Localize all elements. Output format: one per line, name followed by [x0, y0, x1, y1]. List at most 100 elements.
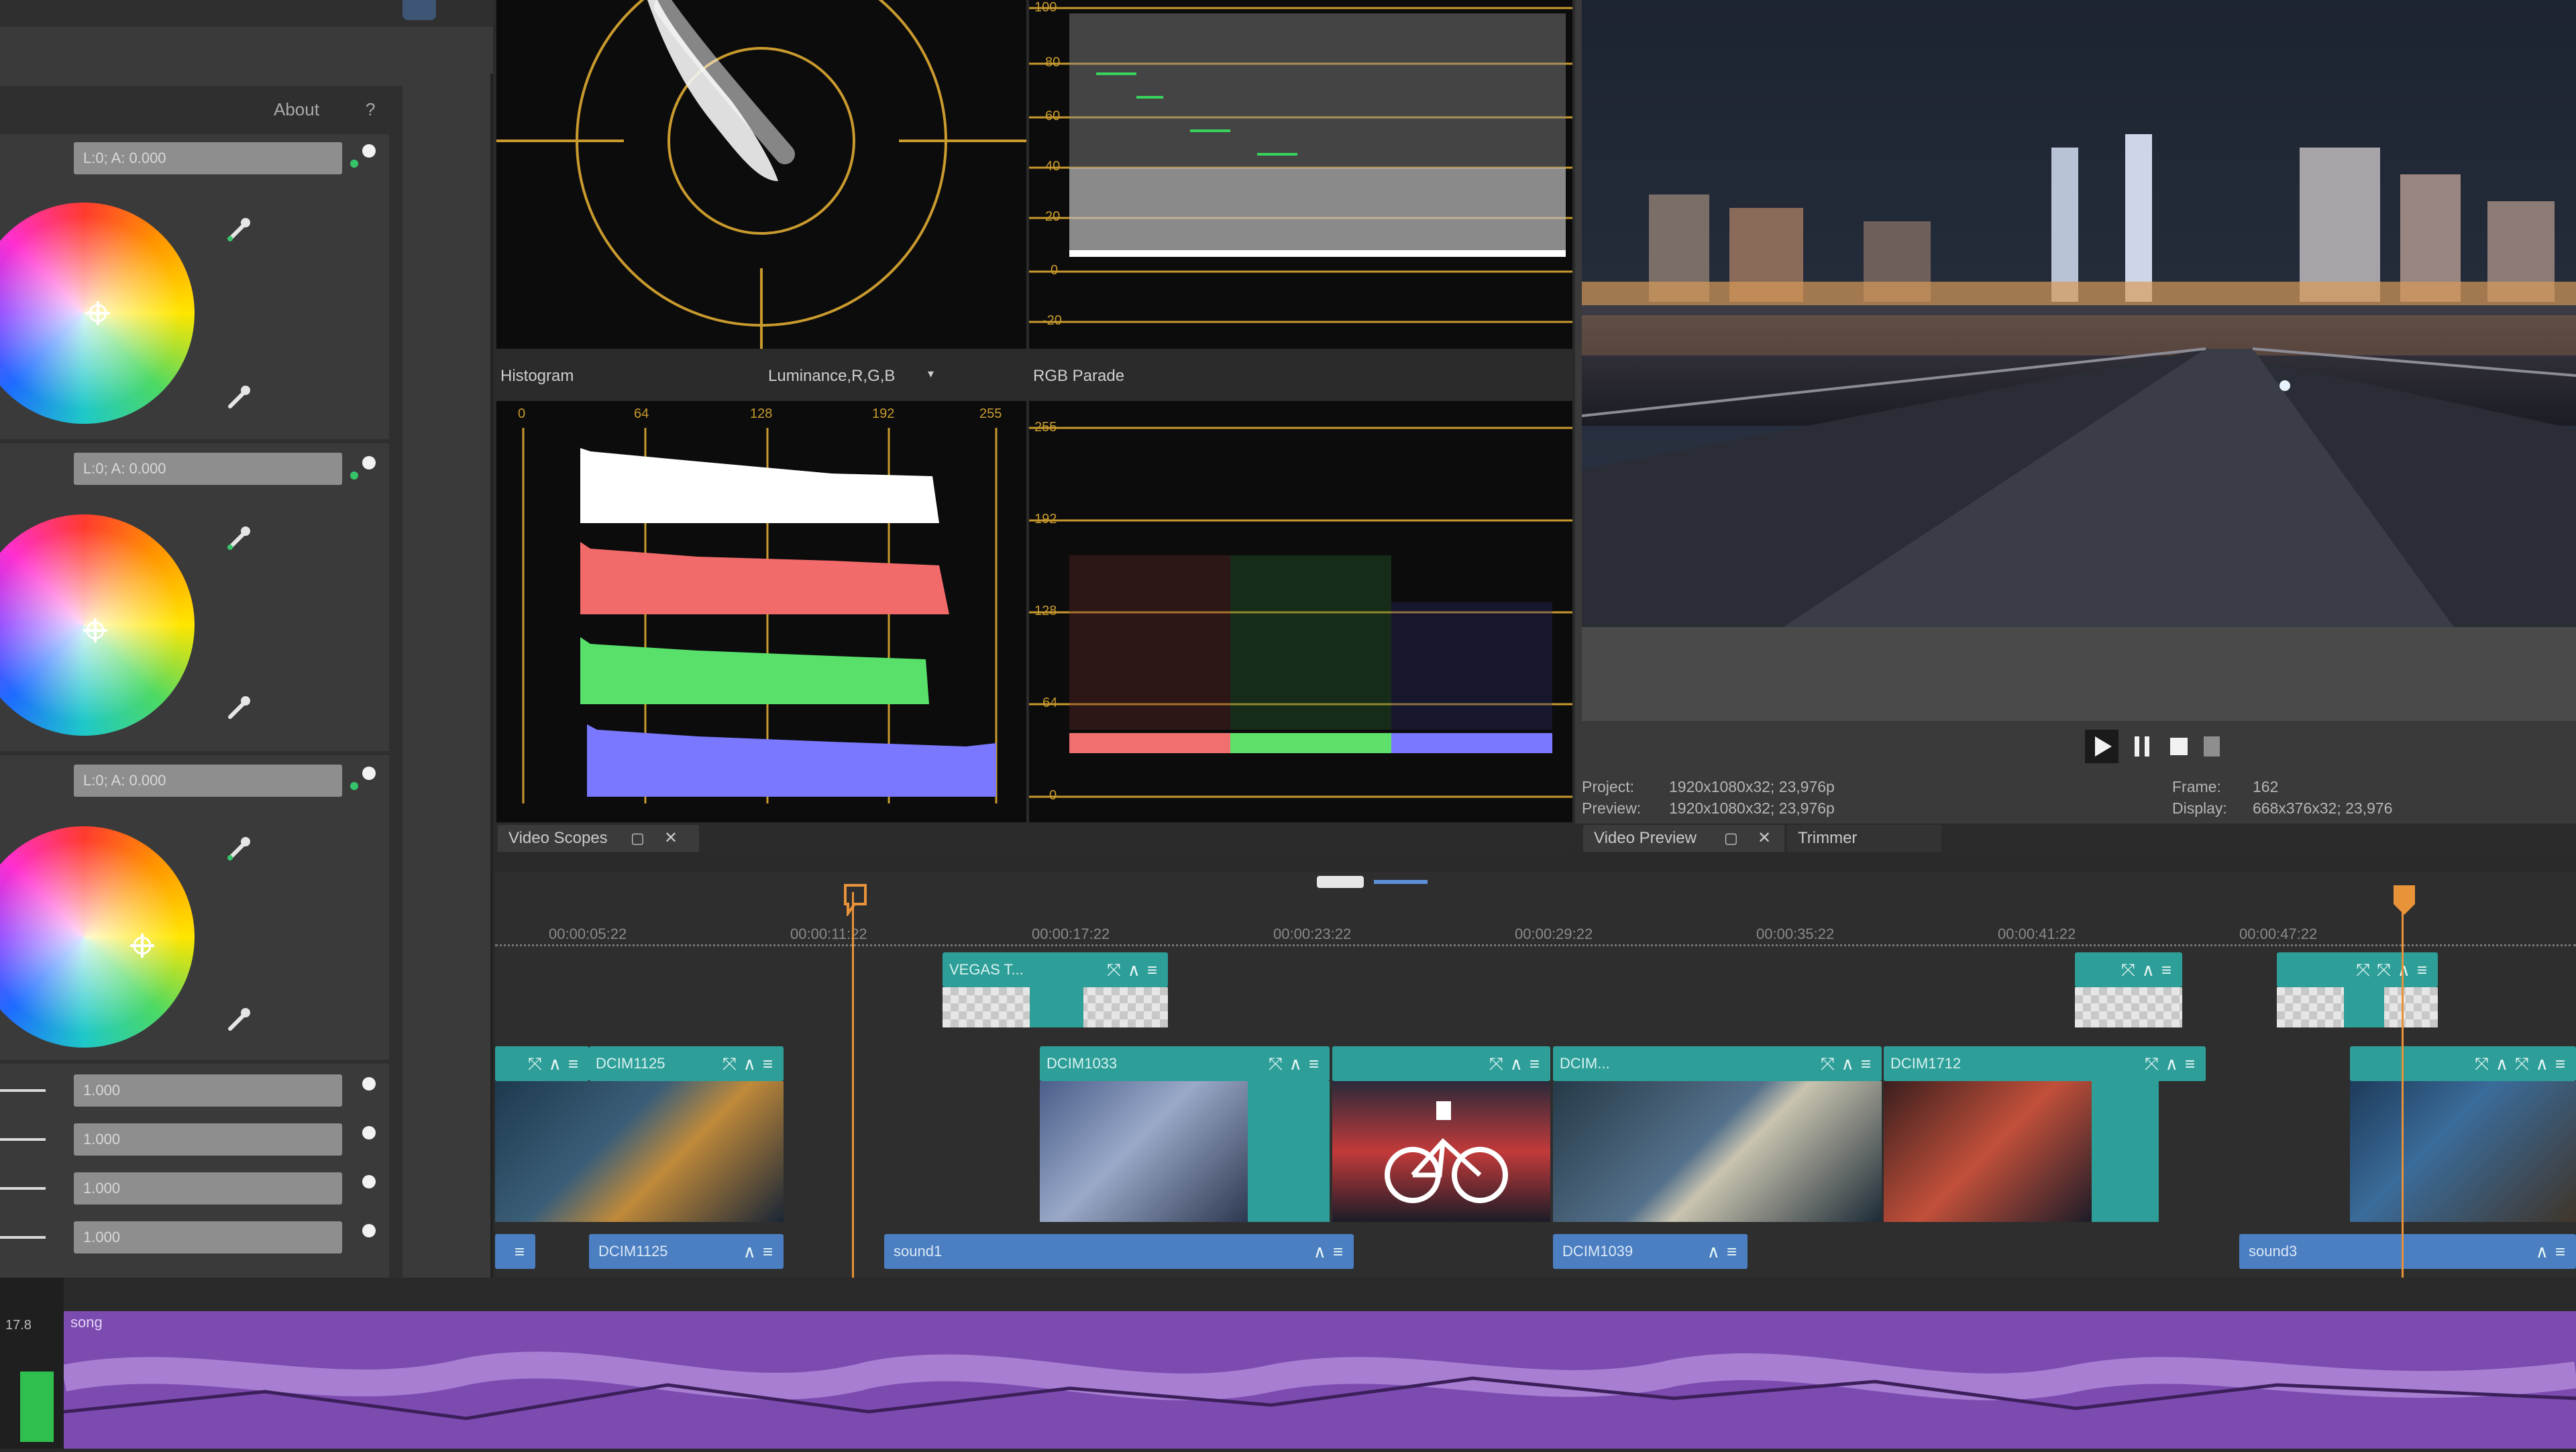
clip-fx-menu-icon[interactable]: ∧≡	[1313, 1234, 1350, 1269]
tab-video-preview[interactable]: Video Preview ▢ ✕	[1583, 825, 1784, 852]
video-clip-6-thumb[interactable]	[2350, 1081, 2576, 1222]
playhead-flag-icon[interactable]	[2391, 884, 2418, 916]
play-icon[interactable]	[2085, 730, 2118, 763]
offset-slider-track[interactable]	[0, 1236, 46, 1239]
audio-clip-2[interactable]: sound1 ∧≡	[884, 1234, 1354, 1269]
midtones-pipette-icon[interactable]	[225, 524, 252, 551]
clip-fx-menu-icon[interactable]: ⤧∧≡	[1489, 1046, 1546, 1081]
gamma-reset-dot[interactable]	[362, 1126, 376, 1139]
overlay-clip-2-thumb[interactable]	[2075, 987, 2182, 1027]
timeline-scroll-thumb[interactable]	[1317, 876, 1364, 888]
gamma-slider-track[interactable]	[0, 1138, 46, 1141]
clip-fx-menu-icon[interactable]: ⤧∧≡	[1107, 952, 1164, 987]
highlights-wheel-crosshair-icon[interactable]	[127, 931, 157, 960]
video-clip-1[interactable]: DCIM1125 ⤧∧≡	[589, 1046, 784, 1081]
video-clip-0[interactable]: ⤧∧≡	[495, 1046, 589, 1081]
close-icon[interactable]: ✕	[664, 825, 678, 852]
gamma-value-field[interactable]: 1.000	[74, 1123, 342, 1156]
shadows-value-field[interactable]: L:0; A: 0.000	[74, 142, 342, 174]
shadows-wheel-crosshair-icon[interactable]	[83, 298, 113, 328]
highlights-color-wheel[interactable]	[0, 826, 195, 1048]
gain-reset-dot[interactable]	[362, 1175, 376, 1188]
video-clip-5[interactable]: DCIM1712 ⤧∧≡	[1884, 1046, 2206, 1081]
overlay-clip-1-thumb[interactable]	[943, 987, 1168, 1027]
video-clip-5-thumb[interactable]	[1884, 1081, 2206, 1222]
offset-value-field[interactable]: 1.000	[74, 1221, 342, 1253]
shadows-pipette-icon-2[interactable]	[225, 384, 252, 410]
overlay-clip-1-fill	[1030, 987, 1083, 1027]
midtones-reset-dot[interactable]	[362, 456, 376, 469]
help-link[interactable]: ?	[366, 99, 375, 120]
timeline-ruler[interactable]	[495, 944, 2576, 947]
clip-fx-menu-icon[interactable]: ⤧∧≡	[1821, 1046, 1878, 1081]
audio-clip-0[interactable]: ≡	[495, 1234, 535, 1269]
music-clip[interactable]: song	[61, 1311, 2576, 1449]
video-clip-6[interactable]: ⤧∧⤧∧≡	[2350, 1046, 2576, 1081]
shadows-pipette-icon[interactable]	[225, 216, 252, 243]
audio-clip-1[interactable]: DCIM1125 ∧≡	[589, 1234, 784, 1269]
clip-fx-menu-icon[interactable]: ⤧∧⤧∧≡	[2475, 1046, 2572, 1081]
gain-value-field[interactable]: 1.000	[74, 1172, 342, 1205]
scope-mode-dropdown[interactable]: Luminance,R,G,B	[768, 367, 895, 386]
vectorscope	[496, 0, 1026, 349]
close-icon[interactable]: ✕	[1758, 825, 1771, 852]
timeline-scroll-progress	[1374, 880, 1428, 884]
overlay-clip-3[interactable]: ⤧⤧∧≡	[2277, 952, 2438, 987]
clip-fx-menu-icon[interactable]: ∧≡	[2536, 1234, 2572, 1269]
video-clip-4[interactable]: DCIM... ⤧∧≡	[1553, 1046, 1882, 1081]
music-waveform	[61, 1351, 2576, 1420]
video-thumb-a	[1040, 1081, 1248, 1222]
audio-clip-4[interactable]: sound3 ∧≡	[2239, 1234, 2576, 1269]
clip-fx-menu-icon[interactable]: ∧≡	[1707, 1234, 1743, 1269]
clip-fx-menu-icon[interactable]: ⤧∧≡	[528, 1046, 585, 1081]
audio-clip-3[interactable]: DCIM1039 ∧≡	[1553, 1234, 1748, 1269]
overlay-clip-3-thumb[interactable]	[2277, 987, 2438, 1027]
tab-trimmer[interactable]: Trimmer	[1787, 825, 1941, 852]
saturation-value-field[interactable]: 1.000	[74, 1074, 342, 1107]
gain-slider-track[interactable]	[0, 1187, 46, 1190]
video-clip-4-thumb[interactable]	[1553, 1081, 1882, 1222]
pause-icon[interactable]	[2125, 730, 2159, 763]
saturation-reset-dot[interactable]	[362, 1077, 376, 1091]
midtones-value-field[interactable]: L:0; A: 0.000	[74, 453, 342, 485]
video-clip-2[interactable]: DCIM1033 ⤧∧≡	[1040, 1046, 1330, 1081]
video-clip-2-thumb[interactable]	[1040, 1081, 1330, 1222]
saturation-slider-track[interactable]	[0, 1089, 46, 1092]
clip-fx-menu-icon[interactable]: ⤧∧≡	[2145, 1046, 2202, 1081]
about-link[interactable]: About	[274, 99, 319, 120]
highlights-pipette-icon[interactable]	[225, 835, 252, 862]
window-icon[interactable]: ▢	[631, 825, 645, 852]
ruler-label: 00:00:29:22	[1515, 926, 1593, 942]
frame-label: Frame:	[2172, 778, 2221, 795]
marker-flag-icon[interactable]	[843, 884, 869, 916]
clip-menu-icon[interactable]: ≡	[515, 1234, 531, 1269]
clip-fx-menu-icon[interactable]: ⤧⤧∧≡	[2356, 952, 2434, 987]
project-info-label: Project:	[1582, 778, 1634, 795]
midtones-pipette-icon-2[interactable]	[225, 694, 252, 721]
shadows-reset-dot[interactable]	[362, 144, 376, 158]
clip-fx-menu-icon[interactable]: ⤧∧≡	[1269, 1046, 1326, 1081]
highlights-pipette-icon-2[interactable]	[225, 1006, 252, 1033]
video-clip-3[interactable]: ⤧∧≡	[1332, 1046, 1550, 1081]
midtones-wheel-crosshair-icon[interactable]	[80, 616, 110, 645]
overlay-clip-2[interactable]: ⤧∧≡	[2075, 952, 2182, 987]
clip-fx-menu-icon[interactable]: ⤧∧≡	[2121, 952, 2178, 987]
overlay-clip-1[interactable]: VEGAS T... ⤧∧≡	[943, 952, 1168, 987]
clip-fx-menu-icon[interactable]: ∧≡	[743, 1234, 780, 1269]
highlights-value-field[interactable]: L:0; A: 0.000	[74, 765, 342, 797]
offset-reset-dot[interactable]	[362, 1224, 376, 1237]
color-corrector-panel: About ? L:0; A: 0.000 L:0; A: 0.000 L:0;…	[0, 0, 493, 1278]
cc-top-icon[interactable]	[402, 0, 436, 20]
highlights-reset-dot[interactable]	[362, 767, 376, 780]
video-clip-1-thumb[interactable]	[495, 1081, 784, 1222]
clip-fx-menu-icon[interactable]: ⤧∧≡	[722, 1046, 780, 1081]
window-icon[interactable]: ▢	[1724, 825, 1738, 852]
video-clip-3-thumb[interactable]	[1332, 1081, 1550, 1222]
chevron-down-icon[interactable]: ▾	[928, 367, 934, 381]
waveform-tick-40: 40	[1045, 159, 1061, 174]
tab-video-scopes[interactable]: Video Scopes ▢ ✕	[498, 825, 699, 852]
preview-info-value: 1920x1080x32; 23,976p	[1669, 799, 1835, 817]
record-icon[interactable]	[2196, 730, 2229, 763]
overlay-clip-label: VEGAS T...	[949, 961, 1024, 978]
stop-icon[interactable]	[2162, 730, 2196, 763]
